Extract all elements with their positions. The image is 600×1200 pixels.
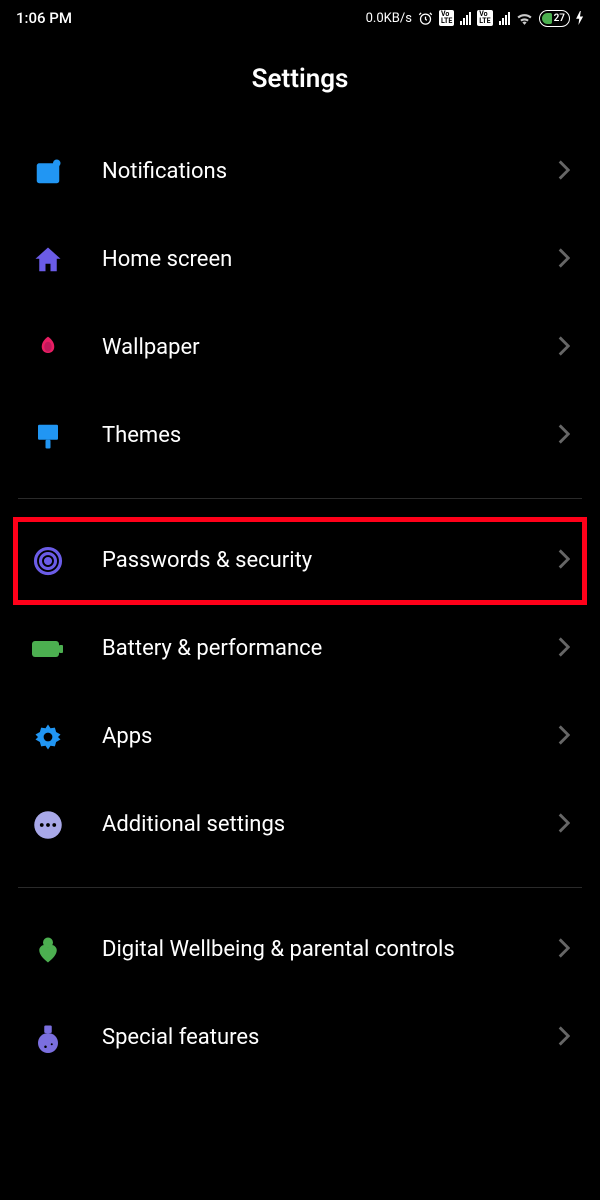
settings-item-passwords-security[interactable]: Passwords & security — [13, 517, 587, 605]
item-label: Special features — [102, 1024, 558, 1052]
item-label: Wallpaper — [102, 334, 558, 362]
settings-item-notifications[interactable]: Notifications — [18, 128, 582, 216]
chevron-right-icon — [558, 637, 570, 661]
status-indicators: 0.0KB/s VoLTE VoLTE 27 — [366, 10, 584, 27]
chevron-right-icon — [558, 938, 570, 962]
chevron-right-icon — [558, 813, 570, 837]
data-rate: 0.0KB/s — [366, 11, 412, 26]
item-label: Additional settings — [102, 811, 558, 839]
item-label: Themes — [102, 422, 558, 450]
wifi-icon — [516, 12, 533, 25]
status-time: 1:06 PM — [16, 9, 72, 27]
more-icon — [30, 807, 66, 843]
item-label: Notifications — [102, 158, 558, 186]
signal-icon-2 — [499, 12, 510, 25]
item-label: Passwords & security — [102, 547, 558, 575]
section-divider — [18, 498, 582, 499]
battery-icon: 27 — [539, 10, 570, 27]
section-divider — [18, 887, 582, 888]
chevron-right-icon — [558, 248, 570, 272]
settings-item-wallpaper[interactable]: Wallpaper — [18, 304, 582, 392]
gear-icon — [30, 719, 66, 755]
flower-icon — [30, 330, 66, 366]
heart-icon — [30, 932, 66, 968]
settings-item-themes[interactable]: Themes — [18, 392, 582, 480]
item-label: Apps — [102, 723, 558, 751]
page-title: Settings — [0, 36, 600, 128]
chevron-right-icon — [558, 336, 570, 360]
chevron-right-icon — [558, 1026, 570, 1050]
signal-icon-1 — [460, 12, 471, 25]
volte-icon-1: VoLTE — [439, 10, 454, 26]
settings-item-additional[interactable]: Additional settings — [18, 781, 582, 869]
battery-icon — [30, 631, 66, 667]
alarm-icon — [418, 11, 433, 26]
settings-item-battery[interactable]: Battery & performance — [18, 605, 582, 693]
item-label: Digital Wellbeing & parental controls — [102, 936, 558, 964]
settings-item-special-features[interactable]: Special features — [18, 994, 582, 1082]
flask-icon — [30, 1020, 66, 1056]
settings-list: Notifications Home screen Wallpaper Them… — [0, 128, 600, 1082]
chevron-right-icon — [558, 725, 570, 749]
volte-icon-2: VoLTE — [477, 10, 492, 26]
chevron-right-icon — [558, 424, 570, 448]
settings-item-home-screen[interactable]: Home screen — [18, 216, 582, 304]
notifications-icon — [30, 154, 66, 190]
item-label: Battery & performance — [102, 635, 558, 663]
charging-icon — [576, 11, 584, 25]
fingerprint-icon — [30, 543, 66, 579]
chevron-right-icon — [558, 549, 570, 573]
settings-item-digital-wellbeing[interactable]: Digital Wellbeing & parental controls — [18, 906, 582, 994]
brush-icon — [30, 418, 66, 454]
status-bar: 1:06 PM 0.0KB/s VoLTE VoLTE 27 — [0, 0, 600, 36]
chevron-right-icon — [558, 160, 570, 184]
settings-item-apps[interactable]: Apps — [18, 693, 582, 781]
home-icon — [30, 242, 66, 278]
item-label: Home screen — [102, 246, 558, 274]
